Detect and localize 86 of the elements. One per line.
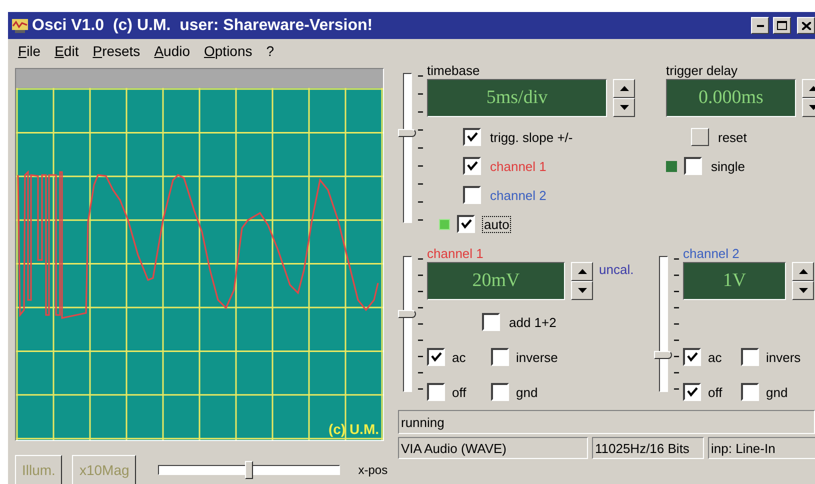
checkbox-label: inverse <box>515 348 559 366</box>
slider-thumb[interactable] <box>398 310 416 318</box>
status-device: VIA Audio (WAVE) <box>398 437 588 459</box>
checkbox[interactable] <box>482 313 500 331</box>
close-icon <box>802 22 810 30</box>
checkbox[interactable] <box>491 348 509 366</box>
spin-up-button[interactable] <box>613 79 635 98</box>
slider-thumb[interactable] <box>245 461 254 479</box>
down-triangle-icon <box>798 288 808 293</box>
maximize-icon <box>777 21 787 30</box>
checkbox[interactable] <box>463 186 481 204</box>
checkbox-label: off <box>451 384 468 400</box>
menu-item[interactable]: ? <box>266 43 274 59</box>
vertical-slider[interactable] <box>398 73 416 223</box>
menu-item[interactable]: Presets <box>92 43 140 59</box>
copyright-mark: (c) U.M. <box>328 421 379 437</box>
timebase-heading: timebase <box>427 63 481 79</box>
volts-per-div-display: 20mV <box>427 262 565 300</box>
checkbox[interactable] <box>684 157 702 175</box>
channel-heading: channel 2 <box>683 246 740 262</box>
down-triangle-icon <box>620 105 628 110</box>
checkbox[interactable] <box>683 383 701 401</box>
checkbox-label: invers <box>765 348 802 366</box>
checkbox-label: off <box>707 384 724 400</box>
checkbox-label: gnd <box>515 384 539 400</box>
checkbox-label: gnd <box>765 384 789 400</box>
menu-item[interactable]: Edit <box>54 43 79 59</box>
menu-item[interactable]: Audio <box>154 43 190 59</box>
check-mark-icon <box>466 132 478 142</box>
checkbox-label: trigg. slope +/- <box>489 128 574 146</box>
status-message: running <box>398 410 815 434</box>
vertical-slider[interactable] <box>398 256 416 392</box>
checkbox[interactable] <box>741 383 759 401</box>
uncal-label: uncal. <box>599 262 634 277</box>
reset-button[interactable] <box>691 128 709 146</box>
checkbox[interactable] <box>427 383 445 401</box>
menu-item[interactable]: File <box>18 43 41 59</box>
checkbox-label: channel 2 <box>489 186 548 204</box>
checkbox[interactable] <box>463 157 481 175</box>
app-icon <box>12 18 28 32</box>
up-triangle-icon <box>798 269 808 274</box>
close-button[interactable] <box>797 17 815 34</box>
up-triangle-icon <box>620 86 628 91</box>
spin-up-button[interactable] <box>571 262 593 281</box>
checkbox[interactable] <box>741 348 759 366</box>
check-mark-icon <box>686 387 698 397</box>
menu-item[interactable]: Options <box>204 43 252 59</box>
checkbox-label: ac <box>707 348 723 366</box>
slider-thumb[interactable] <box>654 351 672 360</box>
checkbox[interactable] <box>463 128 481 146</box>
check-mark-icon <box>686 352 698 362</box>
checkbox[interactable] <box>427 348 445 366</box>
checkbox-label: add 1+2 <box>508 314 558 330</box>
check-mark-icon <box>430 352 442 362</box>
spin-down-button[interactable] <box>792 281 814 300</box>
volts-per-div-display: 1V <box>683 262 786 300</box>
timebase-display: 5ms/div <box>427 79 607 117</box>
spin-down-button[interactable] <box>613 98 635 117</box>
maximize-button[interactable] <box>773 17 791 34</box>
reset-label: reset <box>717 128 748 146</box>
up-triangle-icon <box>808 86 815 91</box>
channel-heading: channel 1 <box>427 246 484 262</box>
spin-up-button[interactable] <box>792 262 814 281</box>
minimize-button[interactable] <box>751 17 769 34</box>
checkbox-label: auto <box>482 216 512 232</box>
checkbox[interactable] <box>491 383 509 401</box>
check-mark-icon <box>460 219 472 229</box>
checkbox[interactable] <box>683 348 701 366</box>
trigger-delay-heading: trigger delay <box>666 63 739 79</box>
x-pos-label: x-pos <box>358 463 388 477</box>
minimize-icon <box>756 24 764 26</box>
down-triangle-icon <box>578 288 586 293</box>
x-position-slider[interactable] <box>158 461 340 479</box>
slider-thumb[interactable] <box>398 129 416 137</box>
trigger-delay-display: 0.000ms <box>666 79 796 117</box>
check-mark-icon <box>466 161 478 171</box>
vertical-slider[interactable] <box>654 256 672 392</box>
checkbox-label: ac <box>451 348 467 366</box>
spin-down-button[interactable] <box>571 281 593 300</box>
down-triangle-icon <box>808 105 815 110</box>
checkbox[interactable] <box>457 215 475 233</box>
checkbox-label: channel 1 <box>489 158 548 174</box>
checkbox-label: single <box>710 158 746 174</box>
window-title: Osci V1.0 (c) U.M. user: Shareware-Version! <box>32 16 374 34</box>
status-format: 11025Hz/16 Bits <box>592 437 704 459</box>
up-triangle-icon <box>578 269 586 274</box>
